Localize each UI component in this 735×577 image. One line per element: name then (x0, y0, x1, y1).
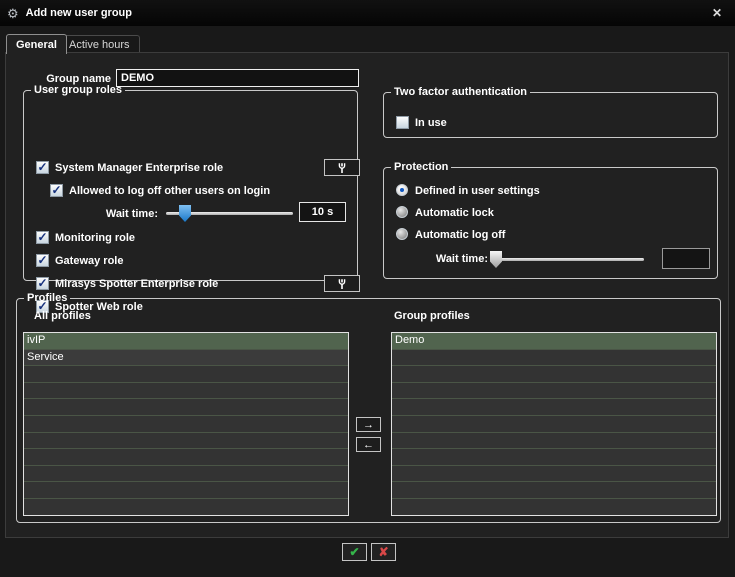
system-manager-label: System Manager Enterprise role (55, 162, 223, 175)
protection-wait-time-value (662, 248, 710, 269)
list-item (392, 366, 716, 383)
list-item (24, 466, 348, 483)
list-item (392, 433, 716, 450)
add-user-group-dialog: ⚙ Add new user group ✕ General Active ho… (0, 0, 735, 577)
spotter-enterprise-label: Mirasys Spotter Enterprise role (55, 278, 218, 291)
list-item (392, 350, 716, 367)
window-title: Add new user group (26, 7, 132, 19)
two-factor-title: Two factor authentication (391, 86, 530, 98)
tab-active-hours-label: Active hours (69, 39, 130, 51)
list-item[interactable]: Demo (392, 333, 716, 350)
list-item (392, 466, 716, 483)
automatic-logoff-label: Automatic log off (415, 229, 505, 242)
check-icon: ✓ (37, 278, 47, 288)
gateway-label: Gateway role (55, 255, 123, 268)
cross-icon: ✘ (378, 545, 388, 559)
list-item (392, 383, 716, 400)
list-item (24, 499, 348, 516)
list-item[interactable]: Service (24, 350, 348, 367)
checkmark-icon: ✔ (349, 545, 359, 559)
list-item (392, 449, 716, 466)
list-item (24, 383, 348, 400)
defined-in-user-settings-radio[interactable] (396, 184, 408, 196)
all-profiles-list[interactable]: ivIP Service (23, 332, 349, 516)
ok-button[interactable]: ✔ (342, 543, 367, 561)
group-profiles-list[interactable]: Demo (391, 332, 717, 516)
user-group-roles-group: User group roles (23, 84, 358, 281)
arrow-left-icon: ← (363, 439, 374, 451)
protection-wait-time-label: Wait time: (396, 253, 488, 266)
monitoring-label: Monitoring role (55, 232, 135, 245)
allow-logoff-label: Allowed to log off other users on login (69, 185, 270, 198)
general-tab-page: Group name User group roles ✓ System Man… (5, 52, 729, 538)
title-bar[interactable]: ⚙ Add new user group (0, 0, 735, 26)
defined-in-user-settings-label: Defined in user settings (415, 185, 540, 198)
list-item (24, 449, 348, 466)
spotter-enterprise-config-button[interactable] (324, 275, 360, 292)
list-item (24, 482, 348, 499)
list-item (24, 416, 348, 433)
gateway-checkbox[interactable]: ✓ (36, 254, 49, 267)
user-group-roles-title: User group roles (31, 84, 125, 96)
protection-title: Protection (391, 161, 451, 173)
automatic-lock-label: Automatic lock (415, 207, 494, 220)
two-factor-group: Two factor authentication (383, 86, 718, 138)
check-icon: ✓ (37, 232, 47, 242)
arrow-right-icon: → (363, 419, 374, 431)
automatic-logoff-radio[interactable] (396, 228, 408, 240)
move-to-group-button[interactable]: → (356, 417, 381, 432)
roles-wait-time-label: Wait time: (38, 208, 158, 221)
in-use-label: In use (415, 117, 447, 130)
wrench-icon (336, 162, 348, 174)
protection-wait-time-slider-track[interactable] (496, 258, 644, 261)
tab-active-hours[interactable]: Active hours (59, 35, 140, 53)
gear-icon: ⚙ (7, 7, 19, 20)
spotter-enterprise-checkbox[interactable]: ✓ (36, 277, 49, 290)
in-use-checkbox[interactable] (396, 116, 409, 129)
automatic-lock-radio[interactable] (396, 206, 408, 218)
list-item (24, 399, 348, 416)
allow-logoff-checkbox[interactable]: ✓ (50, 184, 63, 197)
list-item (24, 433, 348, 450)
list-item (392, 499, 716, 516)
check-icon: ✓ (37, 162, 47, 172)
cancel-button[interactable]: ✘ (371, 543, 396, 561)
list-item (392, 416, 716, 433)
list-item (392, 482, 716, 499)
system-manager-checkbox[interactable]: ✓ (36, 161, 49, 174)
tab-general[interactable]: General (6, 34, 67, 54)
wrench-icon (336, 278, 348, 290)
check-icon: ✓ (51, 185, 61, 195)
monitoring-checkbox[interactable]: ✓ (36, 231, 49, 244)
all-profiles-label: All profiles (34, 310, 91, 323)
profiles-title: Profiles (24, 292, 70, 304)
tab-general-label: General (16, 39, 57, 51)
list-item (24, 366, 348, 383)
system-manager-config-button[interactable] (324, 159, 360, 176)
list-item (392, 399, 716, 416)
close-icon[interactable]: ✕ (708, 5, 726, 21)
group-profiles-label: Group profiles (394, 310, 470, 323)
remove-from-group-button[interactable]: ← (356, 437, 381, 452)
check-icon: ✓ (37, 255, 47, 265)
roles-wait-time-value: 10 s (299, 202, 346, 222)
list-item[interactable]: ivIP (24, 333, 348, 350)
